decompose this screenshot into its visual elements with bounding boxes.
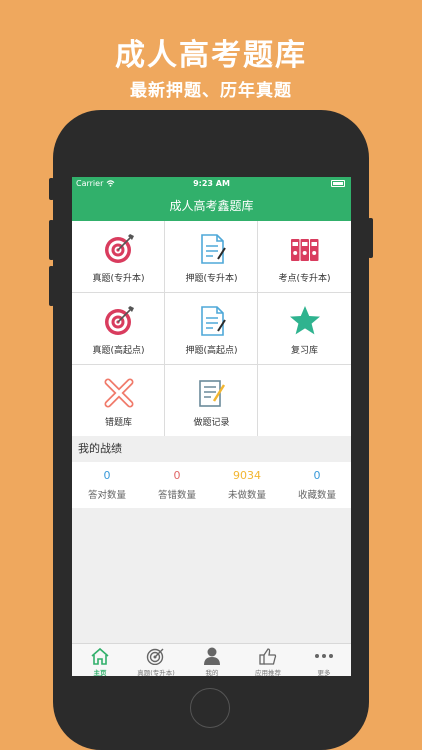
stats-header: 我的战绩 [72,436,351,462]
feature-grid: 真题(专升本) 押题(专升本) 考点(专升本) 真题(高起点) 押题(高起点) … [72,221,351,437]
document-pen-icon [201,306,226,336]
tab-label: 主页 [93,669,107,676]
more-dots-icon [315,654,333,658]
promo-title: 成人高考题库 [115,38,307,73]
stat-undone: 9034 未做数量 [212,462,282,508]
tab-home[interactable]: 主页 [72,644,128,676]
grid-item-kaodian-zsb[interactable]: 考点(专升本) [258,221,351,293]
grid-empty-cell [258,365,351,437]
tab-label: 我的 [205,669,219,676]
status-bar: Carrier 9:23 AM [72,177,351,191]
thumbs-up-icon [259,648,277,665]
promo-subtitle: 最新押题、历年真题 [130,81,292,101]
stat-label: 收藏数量 [297,490,336,501]
document-pen-icon [201,234,226,264]
tab-recommend[interactable]: 应用推荐 [240,644,296,676]
grid-item-zhenti-gqd[interactable]: 真题(高起点) [72,293,165,365]
tab-more[interactable]: 更多 [296,644,351,676]
grid-item-label: 押题(专升本) [185,274,238,284]
stat-value: 0 [103,469,111,482]
grid-item-label: 考点(专升本) [278,274,331,284]
tab-bar: 主页 真题(专升本) 我的 应用推荐 更多 [72,643,351,676]
person-icon [204,647,220,665]
grid-item-yati-zsb[interactable]: 押题(专升本) [165,221,258,293]
grid-item-yati-gqd[interactable]: 押题(高起点) [165,293,258,365]
grid-item-wrong-questions[interactable]: 错题库 [72,365,165,437]
grid-item-label: 真题(专升本) [92,274,145,284]
stat-favorites: 0 收藏数量 [282,462,351,508]
battery-icon [331,180,345,187]
tab-label: 更多 [317,669,331,676]
grid-item-review[interactable]: 复习库 [258,293,351,365]
grid-item-label: 复习库 [290,346,318,356]
stat-value: 0 [313,469,321,482]
record-icon [199,380,226,407]
tab-mine[interactable]: 我的 [184,644,240,676]
tab-label: 应用推荐 [255,669,281,676]
stat-value: 0 [173,469,181,482]
grid-item-records[interactable]: 做题记录 [165,365,258,437]
target-icon [105,234,134,263]
stat-correct: 0 答对数量 [72,462,142,508]
tab-label: 真题(专升本) [137,669,175,676]
grid-item-label: 押题(高起点) [185,346,238,356]
stat-wrong: 0 答错数量 [142,462,212,508]
nav-bar-title: 成人高考鑫题库 [72,191,351,221]
stat-label: 答错数量 [157,490,196,501]
grid-item-label: 错题库 [104,418,132,428]
stat-value: 9034 [233,469,261,482]
stat-label: 答对数量 [87,490,126,501]
binders-icon [291,239,319,261]
grid-item-label: 做题记录 [193,418,230,428]
phone-home-button [190,688,230,728]
grid-item-zhenti-zsb[interactable]: 真题(专升本) [72,221,165,293]
stats-panel: 0 答对数量 0 答错数量 9034 未做数量 0 收藏数量 [72,462,351,508]
target-icon [146,648,164,665]
target-icon [105,306,134,335]
grid-item-label: 真题(高起点) [92,346,145,356]
home-icon [91,647,109,665]
app-screen: Carrier 9:23 AM 成人高考鑫题库 真题(专升本) 押题(专升本) … [72,177,351,676]
star-icon [290,306,320,335]
tab-zhenti[interactable]: 真题(专升本) [128,644,184,676]
stat-label: 未做数量 [227,490,266,501]
cross-icon [104,378,134,408]
status-time: 9:23 AM [193,179,230,188]
